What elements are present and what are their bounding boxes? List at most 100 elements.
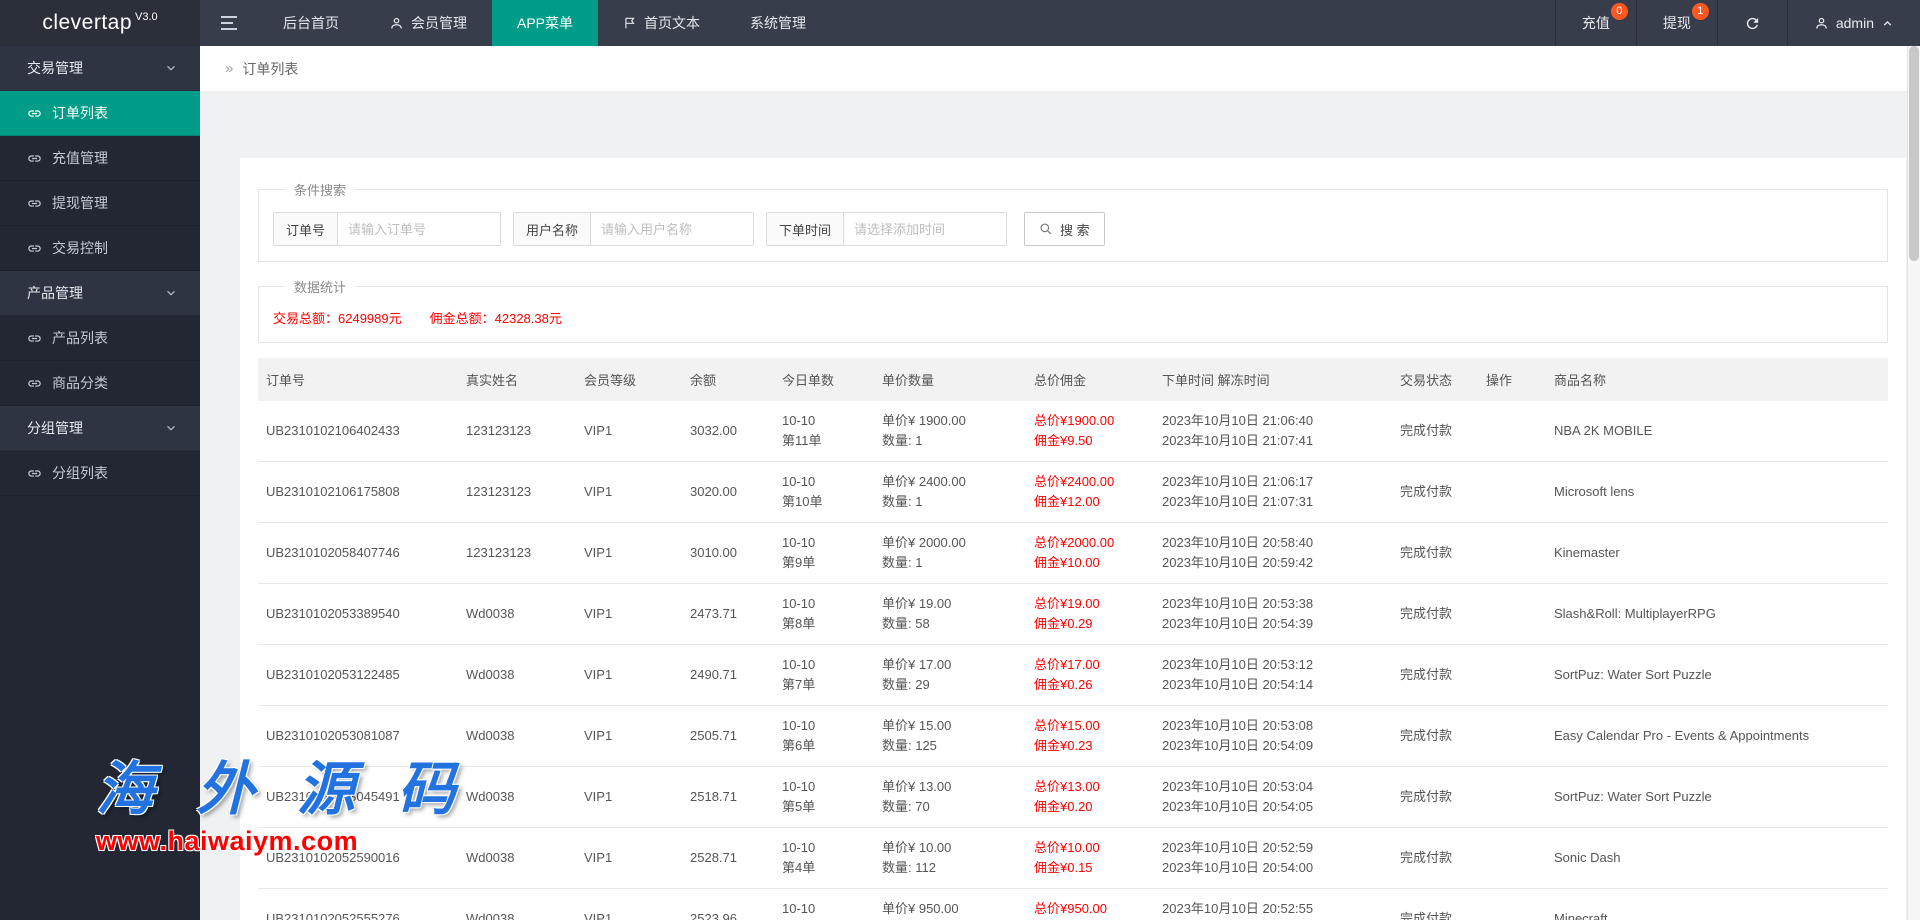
breadcrumb: » 订单列表 <box>200 46 1920 92</box>
cell-action <box>1478 584 1546 645</box>
search-fields: 订单号 用户名称 下单时间 <box>273 212 1007 246</box>
notification-badge: 0 <box>1611 3 1628 20</box>
cell-action <box>1478 462 1546 523</box>
sidebar-item[interactable]: 商品分类 <box>0 361 200 406</box>
sidebar-item[interactable]: 分组列表 <box>0 451 200 496</box>
sidebar-item[interactable]: 分组管理 <box>0 406 200 451</box>
cell-total-commission: 总价¥2400.00 佣金¥12.00 <box>1026 462 1154 523</box>
cell-times: 2023年10月10日 20:53:04 2023年10月10日 20:54:0… <box>1154 767 1392 828</box>
cell-total-commission: 总价¥17.00 佣金¥0.26 <box>1026 645 1154 706</box>
chevron-up-icon <box>1881 17 1894 30</box>
cell-balance: 2518.71 <box>682 767 774 828</box>
column-header: 单价数量 <box>874 358 1026 401</box>
sidebar-item-label: 产品列表 <box>52 328 108 348</box>
navbar-action-button[interactable]: 提现 1 <box>1636 0 1717 46</box>
user-icon <box>389 16 404 31</box>
cell-product-name: Kinemaster <box>1546 523 1888 584</box>
breadcrumb-arrows-icon: » <box>225 60 233 77</box>
sidebar-item[interactable]: 产品列表 <box>0 316 200 361</box>
table-row: UB2310102053122485 Wd0038 VIP1 2490.71 1… <box>258 645 1888 706</box>
scrollbar-thumb[interactable] <box>1909 46 1919 261</box>
chevron-down-icon <box>164 286 178 300</box>
notification-badge: 1 <box>1692 3 1709 20</box>
top-menu-item-label: 后台首页 <box>283 13 339 33</box>
cell-real-name: 123123123 <box>458 462 576 523</box>
cell-balance: 3010.00 <box>682 523 774 584</box>
column-header: 真实姓名 <box>458 358 576 401</box>
top-menu-item[interactable]: 系统管理 <box>725 0 831 46</box>
page-title: 订单列表 <box>242 59 298 79</box>
cell-today-orders: 10-10 第11单 <box>774 401 874 462</box>
user-menu[interactable]: admin <box>1787 0 1920 46</box>
search-input[interactable] <box>591 213 753 245</box>
cell-status: 完成付款 <box>1392 767 1478 828</box>
cell-today-orders: 10-10 第5单 <box>774 767 874 828</box>
top-menu: 后台首页 会员管理 APP菜单 首页文本 系统管理 <box>258 0 831 46</box>
cell-action <box>1478 828 1546 889</box>
cell-today-orders: 10-10 第3单 <box>774 889 874 920</box>
sidebar-item-label: 充值管理 <box>52 148 108 168</box>
cell-product-name: SortPuz: Water Sort Puzzle <box>1546 767 1888 828</box>
top-menu-item[interactable]: 首页文本 <box>598 0 725 46</box>
column-header: 商品名称 <box>1546 358 1888 401</box>
cell-order-no: UB2310102053389540 <box>258 584 458 645</box>
cell-today-orders: 10-10 第9单 <box>774 523 874 584</box>
cell-balance: 2490.71 <box>682 645 774 706</box>
cell-vip-level: VIP1 <box>576 706 682 767</box>
top-menu-item[interactable]: 后台首页 <box>258 0 364 46</box>
search-button[interactable]: 搜 索 <box>1024 212 1105 246</box>
cell-order-no: UB2310102106402433 <box>258 401 458 462</box>
vertical-scrollbar <box>1907 46 1920 920</box>
cell-product-name: SortPuz: Water Sort Puzzle <box>1546 645 1888 706</box>
sidebar-item-label: 交易控制 <box>52 238 108 258</box>
cell-vip-level: VIP1 <box>576 401 682 462</box>
cell-product-name: Slash&Roll: MultiplayerRPG <box>1546 584 1888 645</box>
cell-times: 2023年10月10日 20:53:12 2023年10月10日 20:54:1… <box>1154 645 1392 706</box>
sidebar-item[interactable]: 产品管理 <box>0 271 200 316</box>
link-icon <box>27 196 42 211</box>
cell-balance: 3020.00 <box>682 462 774 523</box>
sidebar-item-label: 提现管理 <box>52 193 108 213</box>
cell-order-no: UB2310102053045491 <box>258 767 458 828</box>
cell-real-name: 123123123 <box>458 523 576 584</box>
stats-value: 交易总额：6249989元 <box>273 308 402 327</box>
stats-panel: 数据统计 交易总额：6249989元佣金总额：42328.38元 <box>258 277 1888 343</box>
sidebar-item[interactable]: 充值管理 <box>0 136 200 181</box>
sidebar-item[interactable]: 提现管理 <box>0 181 200 226</box>
cell-times: 2023年10月10日 21:06:17 2023年10月10日 21:07:3… <box>1154 462 1392 523</box>
cell-vip-level: VIP1 <box>576 584 682 645</box>
cell-vip-level: VIP1 <box>576 889 682 920</box>
cell-unit-price-qty: 单价¥ 10.00 数量: 112 <box>874 828 1026 889</box>
cell-action <box>1478 523 1546 584</box>
cell-status: 完成付款 <box>1392 889 1478 920</box>
cell-product-name: Sonic Dash <box>1546 828 1888 889</box>
sidebar-item[interactable]: 订单列表 <box>0 91 200 136</box>
column-header: 今日单数 <box>774 358 874 401</box>
brand-name: clevertap <box>42 11 132 35</box>
search-panel: 条件搜索 订单号 用户名称 下单时间 <box>258 180 1888 262</box>
cell-order-no: UB2310102052555276 <box>258 889 458 920</box>
cell-today-orders: 10-10 第10单 <box>774 462 874 523</box>
cell-real-name: Wd0038 <box>458 706 576 767</box>
cell-unit-price-qty: 单价¥ 15.00 数量: 125 <box>874 706 1026 767</box>
navbar-action-button[interactable]: 充值 0 <box>1555 0 1636 46</box>
cell-real-name: Wd0038 <box>458 889 576 920</box>
cell-real-name: Wd0038 <box>458 584 576 645</box>
cell-times: 2023年10月10日 20:52:59 2023年10月10日 20:54:0… <box>1154 828 1392 889</box>
cell-vip-level: VIP1 <box>576 523 682 584</box>
table-row: UB2310102106175808 123123123 VIP1 3020.0… <box>258 462 1888 523</box>
sidebar-item[interactable]: 交易管理 <box>0 46 200 91</box>
cell-status: 完成付款 <box>1392 401 1478 462</box>
link-icon <box>27 376 42 391</box>
top-menu-item[interactable]: 会员管理 <box>364 0 492 46</box>
cell-today-orders: 10-10 第4单 <box>774 828 874 889</box>
cell-unit-price-qty: 单价¥ 13.00 数量: 70 <box>874 767 1026 828</box>
brand-version: V3.0 <box>135 11 158 23</box>
cell-total-commission: 总价¥19.00 佣金¥0.29 <box>1026 584 1154 645</box>
search-input[interactable] <box>338 213 500 245</box>
refresh-button[interactable] <box>1717 0 1787 46</box>
top-menu-item[interactable]: APP菜单 <box>492 0 598 46</box>
sidebar-item[interactable]: 交易控制 <box>0 226 200 271</box>
search-input[interactable] <box>844 213 1006 245</box>
sidebar-toggle-button[interactable] <box>200 0 258 46</box>
